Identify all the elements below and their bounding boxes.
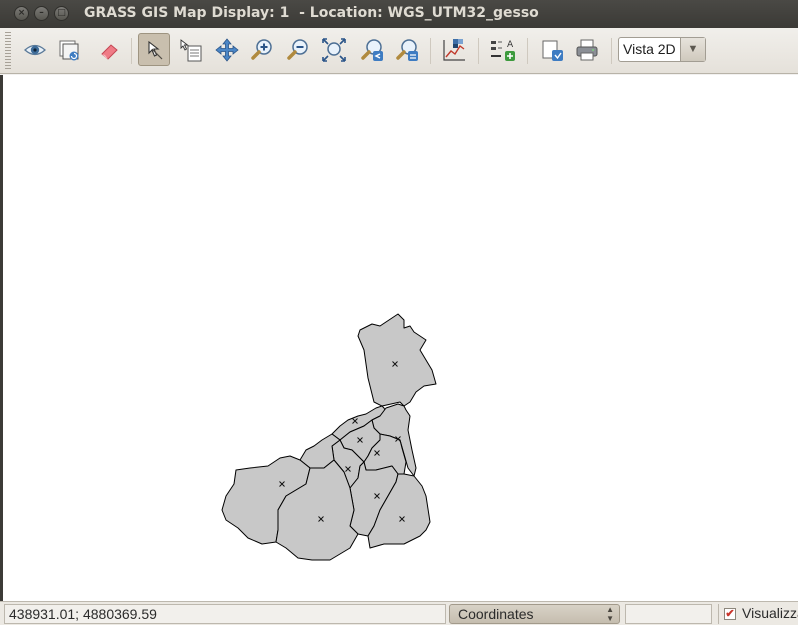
coordinates-display: 438931.01; 4880369.59 — [4, 604, 446, 624]
svg-text:A: A — [507, 40, 514, 50]
print-button[interactable] — [571, 33, 603, 66]
render-map-button[interactable] — [53, 33, 85, 66]
toolbar-separator — [131, 38, 132, 64]
render-toggle[interactable]: ✔ Visualizza — [718, 604, 798, 624]
zoom-extent-button[interactable] — [318, 33, 350, 66]
zoom-out-icon — [287, 38, 308, 60]
toolbar-separator — [611, 38, 612, 64]
pan-icon — [215, 37, 239, 62]
toolbar-grip[interactable] — [5, 32, 11, 70]
title-bar: × – □ GRASS GIS Map Display: 1 - Locatio… — [0, 0, 798, 28]
coordinates-text: 438931.01; 4880369.59 — [9, 606, 157, 622]
minimize-window-button[interactable]: – — [34, 6, 49, 21]
render-label: Visualizza — [742, 605, 798, 621]
zoom-in-icon — [251, 38, 272, 60]
statusbar-mode-select[interactable]: Coordinates ▲ ▼ — [449, 604, 620, 624]
print-icon — [576, 39, 598, 60]
toolbar-separator — [478, 38, 479, 64]
close-window-button[interactable]: × — [14, 6, 29, 21]
render-map-icon — [59, 40, 79, 60]
query-icon — [180, 38, 202, 61]
toolbar-separator — [430, 38, 431, 64]
spin-arrows-icon: ▲ ▼ — [606, 605, 614, 623]
maximize-window-button[interactable]: □ — [54, 6, 69, 21]
erase-display-button[interactable] — [93, 33, 125, 66]
map-toolbar: A Vista 2D ▼ — [0, 28, 798, 74]
save-image-button[interactable] — [536, 33, 568, 66]
zoom-menu-button[interactable] — [391, 33, 423, 66]
pointer-button[interactable] — [138, 33, 170, 66]
watershed-polygons — [221, 313, 437, 561]
status-bar: 438931.01; 4880369.59 Coordinates ▲ ▼ ✔ V… — [0, 601, 798, 625]
statusbar-mode-value: Coordinates — [458, 606, 534, 622]
map-canvas[interactable] — [3, 75, 798, 601]
decoration-icon: A — [491, 40, 515, 61]
view-mode-select[interactable]: Vista 2D ▼ — [618, 37, 706, 62]
query-button[interactable] — [175, 33, 207, 66]
pan-button[interactable] — [211, 33, 243, 66]
zoom-out-button[interactable] — [282, 33, 314, 66]
zoom-menu-icon — [396, 38, 418, 61]
analyze-button[interactable] — [438, 33, 470, 66]
window-title: GRASS GIS Map Display: 1 - Location: WGS… — [84, 5, 539, 21]
map-svg — [221, 313, 437, 561]
decoration-button[interactable]: A — [487, 33, 519, 66]
display-map-button[interactable] — [19, 33, 51, 66]
erase-display-icon — [101, 43, 118, 60]
display-map-icon — [24, 44, 46, 55]
zoom-back-button[interactable] — [356, 33, 388, 66]
save-image-icon — [542, 40, 563, 61]
basin-polygon[interactable] — [357, 313, 437, 407]
toolbar-separator — [527, 38, 528, 64]
chevron-down-icon[interactable]: ▼ — [680, 38, 705, 61]
zoom-in-button[interactable] — [246, 33, 278, 66]
statusbar-extra-field — [625, 604, 712, 624]
zoom-back-icon — [361, 38, 383, 61]
zoom-extent-icon — [322, 37, 346, 62]
view-mode-value: Vista 2D — [623, 41, 676, 57]
analyze-icon — [443, 38, 465, 61]
pointer-icon — [148, 40, 163, 59]
render-checkbox[interactable]: ✔ — [724, 608, 736, 620]
